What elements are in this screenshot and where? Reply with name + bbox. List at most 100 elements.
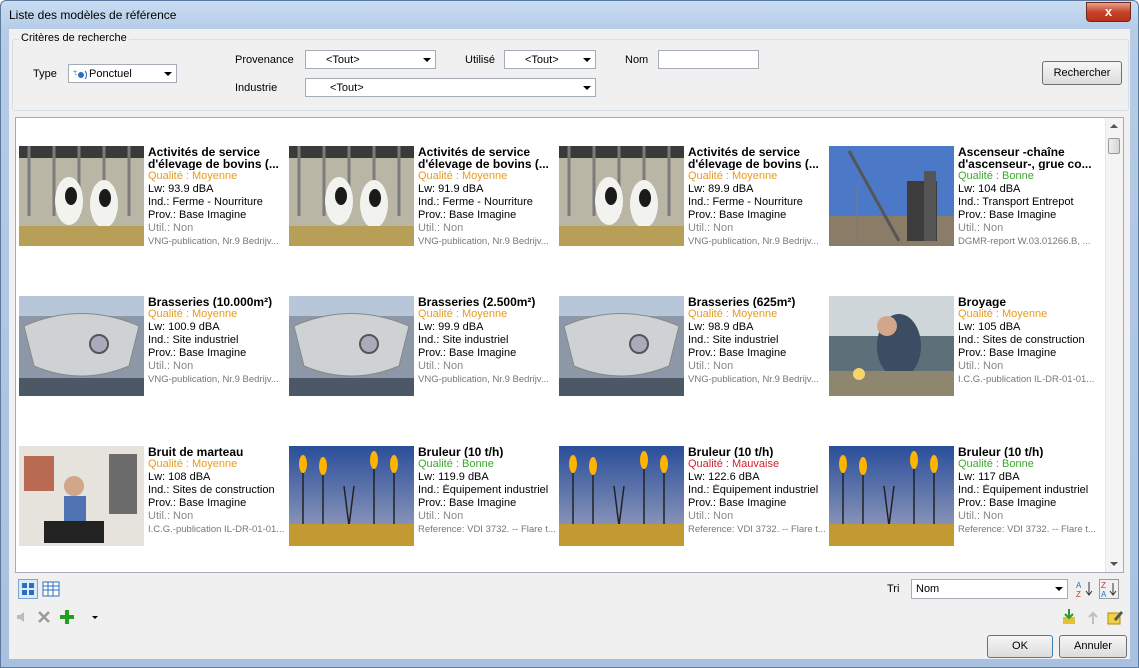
sort-ascending-icon[interactable]: AZ — [1075, 579, 1095, 599]
model-reference: VNG-publication, Nr.9 Bedrijv... — [418, 374, 549, 385]
svg-text:A: A — [1101, 590, 1107, 598]
model-card[interactable]: Brasseries (625m²) Qualité : Moyenne Lw: 9… — [559, 296, 829, 406]
import-icon[interactable] — [1059, 607, 1079, 627]
model-card[interactable]: Activités de service d'élevage de bovins… — [289, 146, 559, 256]
model-card[interactable]: Brasseries (2.500m²) Qualité : Moyenne Lw:… — [289, 296, 559, 406]
model-provenance: Prov.: Base Imagine — [148, 347, 247, 359]
utilise-select[interactable]: <Tout> — [504, 50, 596, 69]
model-reference: DGMR-report W.03.01266.B, ... — [958, 236, 1091, 247]
model-industry: Ind.: Sites de construction — [148, 484, 275, 496]
scroll-up-icon[interactable] — [1110, 124, 1118, 128]
model-info: Ascenseur -chaîne d'ascenseur-, grue co.… — [958, 146, 1098, 248]
thumbnail-view-icon[interactable] — [18, 579, 38, 599]
model-industry: Ind.: Site industriel — [418, 334, 509, 346]
model-toolbar — [9, 605, 1130, 629]
model-thumbnail[interactable] — [559, 446, 684, 546]
utilise-label: Utilisé — [465, 54, 495, 66]
model-lw: Lw: 108 dBA — [148, 471, 211, 483]
model-name: Bruit de marteau — [148, 446, 244, 458]
model-quality: Qualité : Bonne — [958, 170, 1034, 182]
table-view-icon[interactable] — [41, 579, 61, 599]
search-button[interactable]: Rechercher — [1042, 61, 1122, 85]
model-lw: Lw: 122.6 dBA — [688, 471, 760, 483]
model-reference: VNG-publication, Nr.9 Bedrijv... — [148, 236, 279, 247]
edit-icon[interactable] — [1105, 607, 1125, 627]
model-thumbnail[interactable] — [829, 446, 954, 546]
model-lw: Lw: 89.9 dBA — [688, 183, 754, 195]
model-card[interactable]: Bruleur (10 t/h) Qualité : Bonne Lw: 119.9… — [289, 446, 559, 556]
model-industry: Ind.: Ferme - Nourriture — [418, 196, 533, 208]
model-reference: VNG-publication, Nr.9 Bedrijv... — [688, 236, 819, 247]
model-card[interactable]: Activités de service d'élevage de bovins… — [19, 146, 289, 256]
model-lw: Lw: 99.9 dBA — [418, 321, 484, 333]
model-lw: Lw: 105 dBA — [958, 321, 1021, 333]
model-reference: VNG-publication, Nr.9 Bedrijv... — [418, 236, 549, 247]
cancel-button[interactable]: Annuler — [1059, 635, 1127, 658]
model-used: Util.: Non — [958, 360, 1004, 372]
model-industry: Ind.: Sites de construction — [958, 334, 1085, 346]
model-card[interactable]: Bruleur (10 t/h) Qualité : Mauvaise Lw: 12… — [559, 446, 829, 556]
model-quality: Qualité : Bonne — [958, 458, 1034, 470]
model-provenance: Prov.: Base Imagine — [688, 497, 787, 509]
model-thumbnail[interactable] — [559, 296, 684, 396]
model-provenance: Prov.: Base Imagine — [148, 497, 247, 509]
model-thumbnail[interactable] — [289, 446, 414, 546]
svg-text:Z: Z — [1076, 590, 1081, 599]
model-thumbnail[interactable] — [289, 146, 414, 246]
delete-icon[interactable] — [34, 607, 54, 627]
scroll-down-icon[interactable] — [1110, 562, 1118, 566]
model-thumbnail[interactable] — [829, 296, 954, 396]
model-used: Util.: Non — [688, 222, 734, 234]
model-info: Bruleur (10 t/h) Qualité : Mauvaise Lw: 12… — [688, 446, 828, 536]
model-quality: Qualité : Moyenne — [148, 170, 238, 182]
model-thumbnail[interactable] — [289, 296, 414, 396]
model-reference: I.C.G.-publication IL-DR-01-01... — [148, 524, 285, 535]
model-provenance: Prov.: Base Imagine — [418, 347, 517, 359]
model-card[interactable]: Activités de service d'élevage de bovins… — [559, 146, 829, 256]
svg-text:+: + — [73, 69, 77, 76]
model-industry: Ind.: Équipement industriel — [418, 484, 549, 496]
model-name: Activités de service d'élevage de bovins… — [418, 146, 549, 170]
close-button[interactable]: x — [1086, 2, 1131, 22]
model-card[interactable]: Bruleur (10 t/h) Qualité : Bonne Lw: 117 d… — [829, 446, 1099, 556]
dialog-window: Liste des modèles de référence x Critère… — [0, 0, 1139, 668]
model-card[interactable]: Broyage Qualité : Moyenne Lw: 105 dBA Ind.:… — [829, 296, 1099, 406]
provenance-select[interactable]: <Tout> — [305, 50, 436, 69]
model-industry: Ind.: Équipement industriel — [958, 484, 1089, 496]
export-icon[interactable] — [1083, 607, 1103, 627]
nom-input[interactable] — [658, 50, 759, 69]
view-sort-bar: Tri Nom AZ ZA — [9, 575, 1130, 603]
search-criteria-group: Critères de recherche Type + Ponctuel Pr… — [12, 32, 1129, 111]
model-name: Brasseries (2.500m²) — [418, 296, 536, 308]
model-thumbnail[interactable] — [19, 146, 144, 246]
sort-select-value: Nom — [916, 583, 940, 595]
type-select[interactable]: + Ponctuel — [68, 64, 177, 83]
model-name: Broyage — [958, 296, 1007, 308]
ok-button[interactable]: OK — [987, 635, 1053, 658]
scroll-thumb[interactable] — [1108, 138, 1120, 154]
model-thumbnail[interactable] — [19, 296, 144, 396]
model-thumbnail[interactable] — [559, 146, 684, 246]
model-lw: Lw: 98.9 dBA — [688, 321, 754, 333]
model-quality: Qualité : Mauvaise — [688, 458, 780, 470]
add-icon[interactable] — [57, 607, 77, 627]
add-options-chevron-icon[interactable] — [89, 607, 101, 627]
industrie-select[interactable]: <Tout> — [305, 78, 596, 97]
model-card[interactable]: Ascenseur -chaîne d'ascenseur-, grue co.… — [829, 146, 1099, 256]
title-bar[interactable]: Liste des modèles de référence x — [1, 1, 1138, 29]
model-card[interactable]: Bruit de marteau Qualité : Moyenne Lw: 108… — [19, 446, 289, 556]
utilise-select-value: <Tout> — [525, 54, 559, 66]
model-reference: I.C.G.-publication IL-DR-01-01... — [958, 374, 1095, 385]
window-title: Liste des modèles de référence — [9, 8, 177, 22]
speaker-icon[interactable] — [13, 607, 33, 627]
sort-select[interactable]: Nom — [911, 579, 1068, 599]
model-card[interactable]: Brasseries (10.000m²) Qualité : Moyenne Lw… — [19, 296, 289, 406]
model-thumbnail[interactable] — [829, 146, 954, 246]
model-info: Brasseries (2.500m²) Qualité : Moyenne Lw:… — [418, 296, 558, 386]
model-thumbnail[interactable] — [19, 446, 144, 546]
model-used: Util.: Non — [958, 222, 1004, 234]
model-info: Activités de service d'élevage de bovins… — [418, 146, 558, 248]
vertical-scrollbar[interactable] — [1105, 118, 1123, 572]
model-lw: Lw: 104 dBA — [958, 183, 1021, 195]
sort-descending-icon[interactable]: ZA — [1099, 579, 1119, 599]
